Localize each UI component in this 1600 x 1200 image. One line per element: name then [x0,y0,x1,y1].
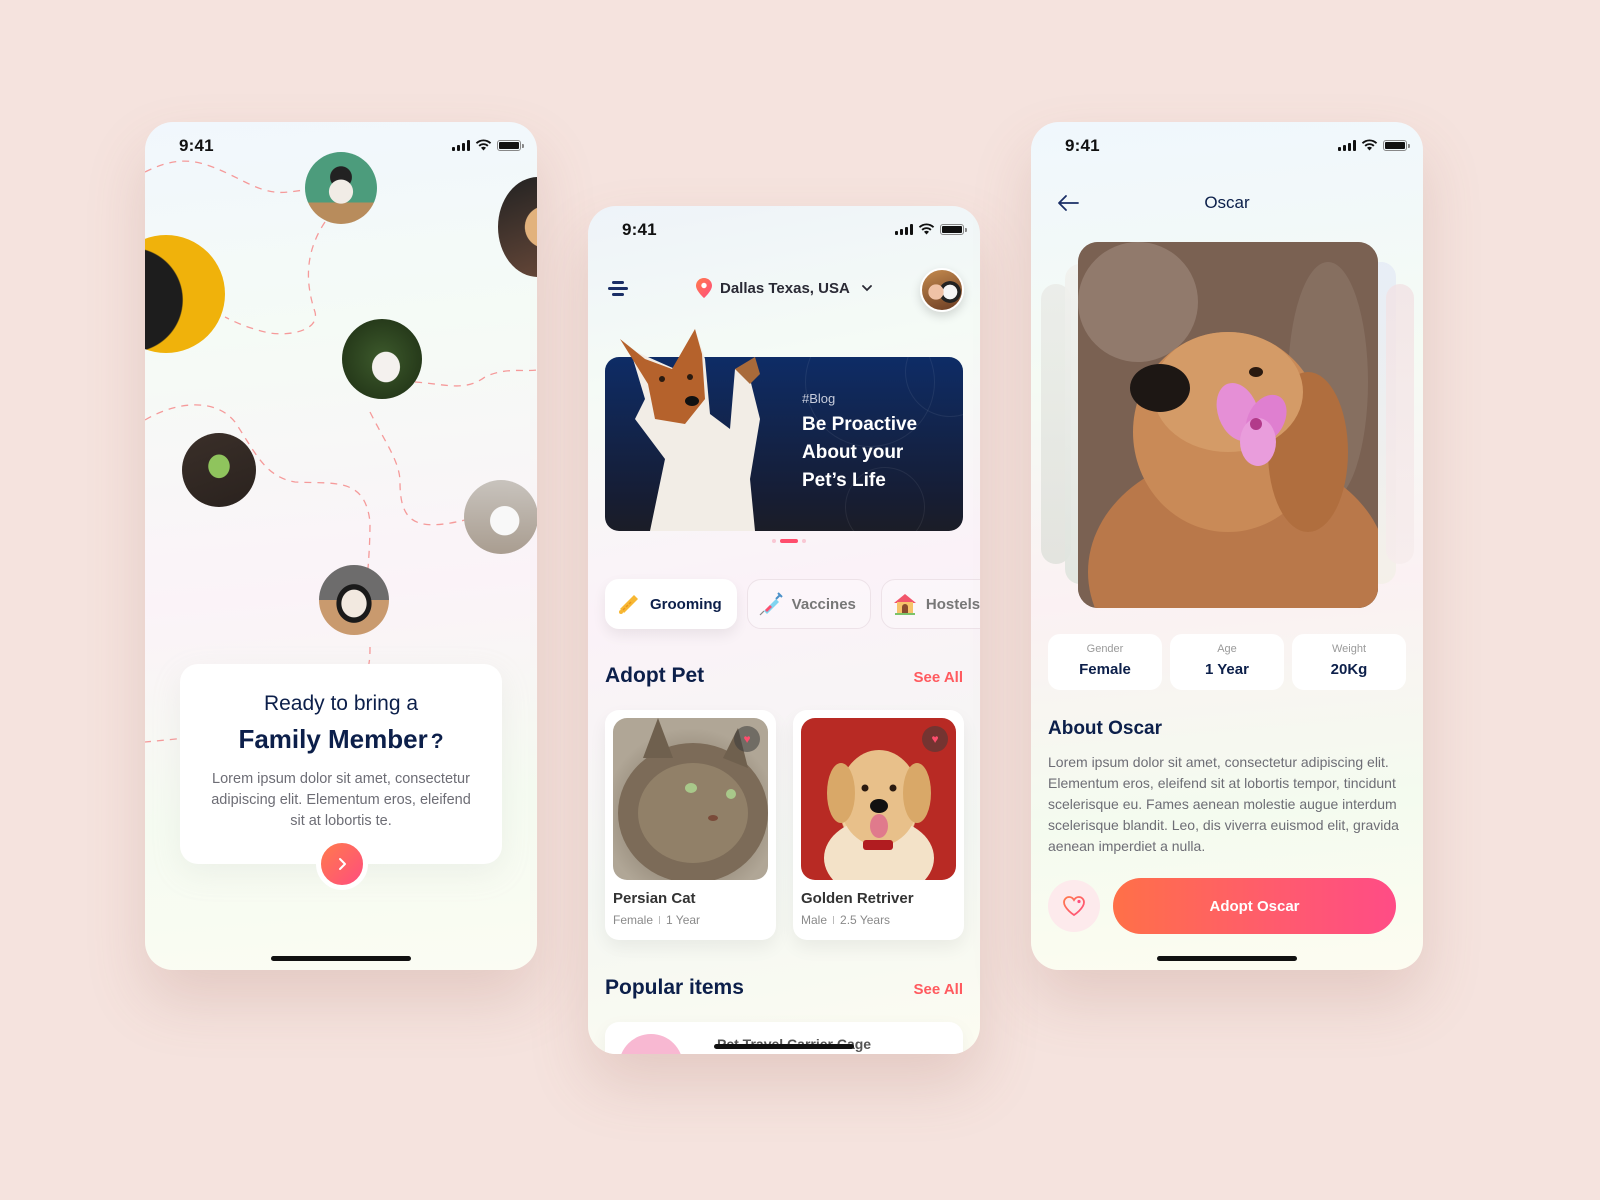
stat-age: Age 1 Year [1170,634,1284,690]
chevron-right-icon [339,858,346,870]
pet-photo-white-cat [464,480,537,554]
welcome-card: Ready to bring a Family Member? Lorem ip… [180,664,502,864]
popular-item-card[interactable]: Pet Travel Carrier Cage [605,1022,963,1054]
carousel-dot[interactable] [802,539,806,543]
carousel-dot[interactable] [772,539,776,543]
popular-item-thumbnail [619,1034,683,1054]
next-button[interactable] [316,838,368,890]
stat-gender: Gender Female [1048,634,1162,690]
popular-see-all-link[interactable]: See All [914,981,963,998]
battery-icon [1383,139,1410,151]
page-title: Oscar [1204,193,1250,212]
favorite-button[interactable]: ♥ [734,726,760,752]
user-avatar[interactable] [920,268,964,312]
pet-photo-parrot [182,433,256,507]
category-grooming[interactable]: Grooming [605,579,737,629]
favorite-button[interactable] [1048,880,1100,932]
banner-tag: #Blog [802,391,836,406]
location-pin-icon [696,278,712,298]
pet-meta: Male 2.5 Years [801,913,956,927]
pet-name: Persian Cat [613,890,696,907]
welcome-heading-line2: Family Member? [238,724,444,754]
heart-outline-icon [1063,896,1085,917]
onboarding-screen: 9:41 Ready to bring a Family Member? Lor… [145,122,537,970]
adopt-pet-title: Adopt Pet [605,664,705,687]
pet-hero-photo[interactable] [1078,242,1378,608]
pet-photo-cat [305,152,377,224]
home-indicator [271,956,411,961]
category-vaccines[interactable]: Vaccines [746,579,871,629]
chevron-down-icon [861,284,872,291]
home-indicator [714,1044,854,1049]
adopt-see-all-link[interactable]: See All [914,669,963,686]
welcome-description: Lorem ipsum dolor sit amet, consectetur … [211,771,471,829]
banner-title: Be Proactive About your Pet’s Life [802,414,918,491]
home-screen: 9:41 Dallas Texas, USA #Blog Be Proactiv… [588,206,980,1054]
pet-gender: Female [613,913,654,927]
adopt-button[interactable]: Adopt Oscar [1113,878,1396,934]
adopt-pet-list: ♥ Persian Cat Female 1 Year ♥ Golden Ret… [605,710,964,940]
pet-photo-rabbit [342,319,422,399]
status-bar: 9:41 [1031,122,1423,168]
home-indicator [1157,956,1297,961]
cellular-signal-icon [1338,139,1356,151]
cellular-signal-icon [895,223,913,235]
status-bar: 9:41 [588,206,980,252]
heart-filled-icon: ♥ [931,732,939,746]
dog-illustration [620,329,760,531]
comb-icon [619,595,638,614]
location-selector[interactable]: Dallas Texas, USA [696,278,872,298]
pet-detail-screen: 9:41 Oscar Gender Female Age 1 Year Weig… [1031,122,1423,970]
pet-photo: ♥ [613,718,768,880]
blog-banner[interactable]: #Blog Be Proactive About your Pet’s Life [605,317,980,547]
gallery-card-behind[interactable] [1386,284,1414,564]
category-list: Grooming Vaccines Hostels [605,579,980,629]
pet-age: 1 Year [666,913,701,927]
status-time: 9:41 [622,220,657,239]
popular-items-title: Popular items [605,976,744,999]
pet-stats: Gender Female Age 1 Year Weight 20Kg [1048,634,1406,690]
stat-weight: Weight 20Kg [1292,634,1406,690]
status-time: 9:41 [1065,136,1100,155]
pet-meta: Female 1 Year [613,913,768,927]
pet-card-persian-cat[interactable]: ♥ Persian Cat Female 1 Year [605,710,776,940]
wifi-icon [918,223,935,235]
pet-card-golden-retriver[interactable]: ♥ Golden Retriver Male 2.5 Years [793,710,964,940]
pet-photo-guinea-pig [319,565,389,635]
heart-filled-icon: ♥ [743,732,751,746]
location-text: Dallas Texas, USA [720,279,850,297]
pet-age: 2.5 Years [840,913,891,927]
pet-gender: Male [801,913,828,927]
pet-photo: ♥ [801,718,956,880]
menu-icon[interactable] [608,280,628,298]
adopt-pet-header: Adopt Pet See All [605,664,963,688]
about-title: About Oscar [1048,718,1163,739]
popular-items-header: Popular items See All [605,976,963,1000]
category-hostels[interactable]: Hostels [880,579,980,629]
syringe-icon [759,592,783,616]
pet-house-icon [893,594,916,615]
wifi-icon [1361,139,1378,151]
carousel-indicator [772,539,806,543]
battery-icon [940,223,967,235]
pet-name: Golden Retriver [801,890,914,907]
about-description: Lorem ipsum dolor sit amet, consectetur … [1048,754,1399,854]
favorite-button[interactable]: ♥ [922,726,948,752]
carousel-dot-active[interactable] [780,539,798,543]
welcome-heading-line1: Ready to bring a [263,692,419,715]
